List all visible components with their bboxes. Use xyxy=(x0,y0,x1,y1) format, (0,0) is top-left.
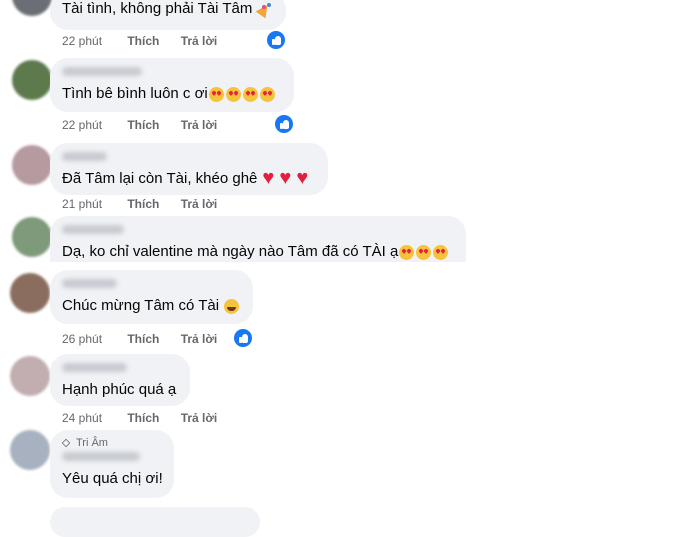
avatar[interactable] xyxy=(12,217,52,257)
like-button[interactable]: Thích xyxy=(127,332,177,346)
comment-bubble: Tài tình, không phải Tài Tâm xyxy=(50,0,286,30)
timestamp[interactable]: 22 phút xyxy=(62,118,124,132)
diamond-icon xyxy=(62,439,71,448)
comment-text: Hạnh phúc quá ạ xyxy=(62,381,177,398)
like-button[interactable]: Thích xyxy=(127,197,177,211)
timestamp[interactable]: 22 phút xyxy=(62,34,124,48)
red-heart-icon xyxy=(296,171,312,187)
like-reaction-icon[interactable] xyxy=(275,115,293,133)
comment-bubble: Chúc mừng Tâm có Tài xyxy=(50,270,253,324)
comment-bubble xyxy=(50,507,260,537)
comment-bubble: Dạ, ko chỉ valentine mà ngày nào Tâm đã … xyxy=(50,216,466,262)
reply-button[interactable]: Trả lời xyxy=(181,411,218,425)
commenter-name[interactable] xyxy=(62,452,140,461)
red-heart-icon xyxy=(262,171,278,187)
commenter-name[interactable] xyxy=(62,225,124,234)
avatar[interactable] xyxy=(10,273,50,313)
comment-actions: 22 phút Thích Trả lời xyxy=(62,118,217,132)
comment-actions: 26 phút Thích Trả lời xyxy=(62,332,217,346)
smiling-face-with-hearts-icon xyxy=(208,86,224,102)
avatar[interactable] xyxy=(12,0,52,16)
like-button[interactable]: Thích xyxy=(127,411,177,425)
red-heart-icon xyxy=(279,171,295,187)
heart-eyes-icon xyxy=(433,244,449,260)
smiling-face-with-hearts-icon xyxy=(242,86,258,102)
reply-button[interactable]: Trả lời xyxy=(181,332,218,346)
avatar[interactable] xyxy=(10,356,50,396)
like-reaction-icon[interactable] xyxy=(267,31,285,49)
commenter-name[interactable] xyxy=(62,363,127,372)
comment-actions: 22 phút Thích Trả lời xyxy=(62,34,217,48)
timestamp[interactable]: 26 phút xyxy=(62,332,124,346)
comment-text: Đã Tâm lại còn Tài, khéo ghê xyxy=(62,169,316,189)
avatar[interactable] xyxy=(12,60,52,100)
commenter-name[interactable] xyxy=(62,67,142,76)
like-button[interactable]: Thích xyxy=(127,118,177,132)
like-reaction-icon[interactable] xyxy=(234,329,252,347)
comment-actions: 24 phút Thích Trả lời xyxy=(62,411,217,425)
comment-text: Yêu quá chị ơi! xyxy=(62,470,163,487)
comment-text: Dạ, ko chỉ valentine mà ngày nào Tâm đã … xyxy=(62,242,454,262)
party-popper-icon xyxy=(257,2,272,17)
comment-bubble: Hạnh phúc quá ạ xyxy=(50,354,190,406)
grinning-squinting-face-icon xyxy=(224,298,240,314)
comment-bubble: Tình bê bình luôn c ơi xyxy=(50,58,294,112)
heart-eyes-icon xyxy=(399,244,415,260)
comment-bubble: Tri Âm Yêu quá chị ơi! xyxy=(50,430,174,498)
comment-text: Tình bê bình luôn c ơi xyxy=(62,84,282,104)
top-fan-badge[interactable]: Tri Âm xyxy=(62,437,162,449)
smiling-face-with-hearts-icon xyxy=(225,86,241,102)
avatar[interactable] xyxy=(12,145,52,185)
reply-button[interactable]: Trả lời xyxy=(181,34,218,48)
comment-actions: 21 phút Thích Trả lời xyxy=(62,197,217,211)
commenter-name[interactable] xyxy=(62,279,117,288)
reply-button[interactable]: Trả lời xyxy=(181,118,218,132)
comment-text: Chúc mừng Tâm có Tài xyxy=(62,296,241,316)
comment-text: Tài tình, không phải Tài Tâm xyxy=(62,0,274,19)
timestamp[interactable]: 24 phút xyxy=(62,411,124,425)
commenter-name[interactable] xyxy=(62,152,107,161)
reply-button[interactable]: Trả lời xyxy=(181,197,218,211)
like-button[interactable]: Thích xyxy=(127,34,177,48)
heart-eyes-icon xyxy=(416,244,432,260)
timestamp[interactable]: 21 phút xyxy=(62,197,124,211)
avatar[interactable] xyxy=(10,430,50,470)
comment-bubble: Đã Tâm lại còn Tài, khéo ghê xyxy=(50,143,328,195)
smiling-face-with-hearts-icon xyxy=(259,86,275,102)
